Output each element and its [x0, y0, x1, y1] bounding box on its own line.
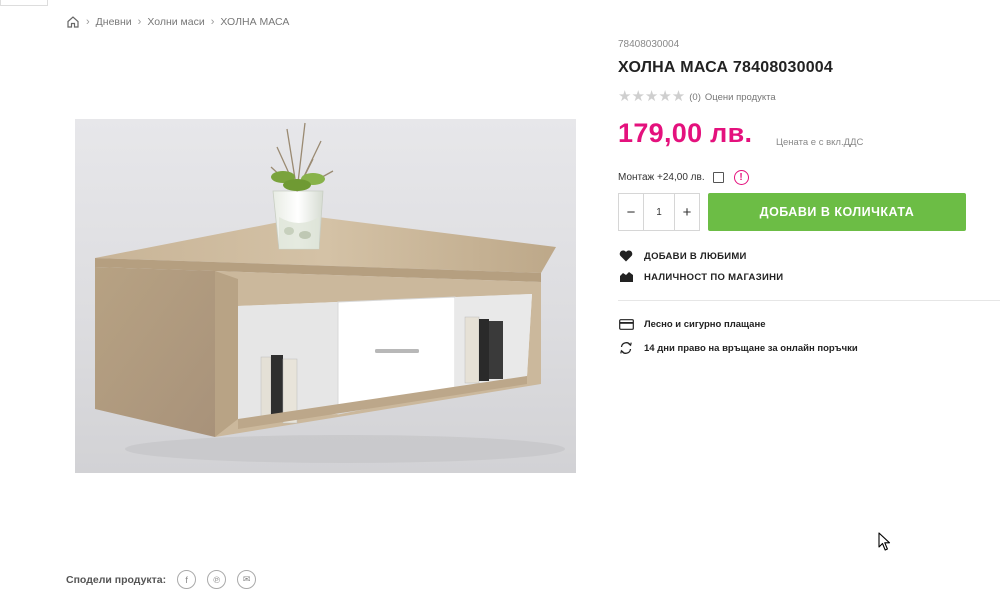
share-product: Сподели продукта: f ℗ ✉	[66, 570, 257, 589]
add-to-favorites-link[interactable]: ДОБАВИ В ЛЮБИМИ	[618, 249, 747, 263]
add-to-cart-button[interactable]: ДОБАВИ В КОЛИЧКАТА	[708, 193, 966, 231]
divider	[618, 300, 1000, 301]
rating-stars[interactable]: ★★★★★	[618, 89, 685, 104]
credit-card-icon	[618, 317, 634, 331]
quantity-input[interactable]: 1	[643, 194, 675, 230]
product-title: ХОЛНА МАСА 78408030004	[618, 59, 834, 76]
product-sku: 78408030004	[618, 39, 680, 50]
chevron-right-icon: ›	[137, 16, 142, 28]
mouse-cursor-icon	[878, 532, 892, 552]
feature-payment-label: Лесно и сигурно плащане	[644, 318, 766, 330]
add-to-favorites-label: ДОБАВИ В ЛЮБИМИ	[644, 250, 747, 262]
top-left-tab	[0, 0, 48, 6]
product-image[interactable]	[75, 119, 576, 473]
assembly-checkbox[interactable]	[712, 172, 724, 183]
quantity-increase-button[interactable]: +	[675, 194, 699, 230]
return-icon	[618, 341, 634, 355]
product-rating: ★★★★★ (0) Оцени продукта	[618, 89, 776, 104]
breadcrumb-item-coffee-tables[interactable]: Холни маси	[147, 16, 204, 28]
email-icon[interactable]: ✉	[237, 570, 257, 589]
breadcrumb-item-living[interactable]: Дневни	[96, 16, 132, 28]
chevron-right-icon: ›	[86, 16, 90, 28]
rating-count: (0)	[689, 91, 701, 103]
store-availability-label: НАЛИЧНОСТ ПО МАГАЗИНИ	[644, 271, 784, 283]
info-icon[interactable]: !	[733, 170, 749, 185]
store-icon	[618, 270, 634, 284]
feature-payment: Лесно и сигурно плащане	[618, 317, 765, 331]
assembly-label: Монтаж +24,00 лв.	[618, 172, 705, 183]
breadcrumb: › Дневни › Холни маси › ХОЛНА МАСА	[66, 15, 289, 29]
assembly-option: Монтаж +24,00 лв. !	[618, 170, 749, 185]
store-availability-link[interactable]: НАЛИЧНОСТ ПО МАГАЗИНИ	[618, 270, 783, 284]
product-price: 179,00 лв.	[618, 118, 753, 148]
chevron-right-icon: ›	[210, 16, 215, 28]
pinterest-icon[interactable]: ℗	[207, 570, 227, 589]
quantity-decrease-button[interactable]: −	[619, 194, 643, 230]
heart-icon	[618, 249, 634, 263]
home-icon[interactable]	[66, 15, 80, 29]
breadcrumb-item-current: ХОЛНА МАСА	[220, 16, 290, 28]
feature-returns: 14 дни право на връщане за онлайн поръчк…	[618, 341, 858, 355]
share-label: Сподели продукта:	[66, 573, 167, 586]
quantity-stepper: − 1 +	[618, 193, 700, 231]
feature-returns-label: 14 дни право на връщане за онлайн поръчк…	[644, 342, 858, 354]
rate-product-link[interactable]: Оцени продукта	[705, 92, 776, 103]
vat-note: Цената е с вкл.ДДС	[776, 137, 864, 148]
facebook-icon[interactable]: f	[177, 570, 197, 589]
